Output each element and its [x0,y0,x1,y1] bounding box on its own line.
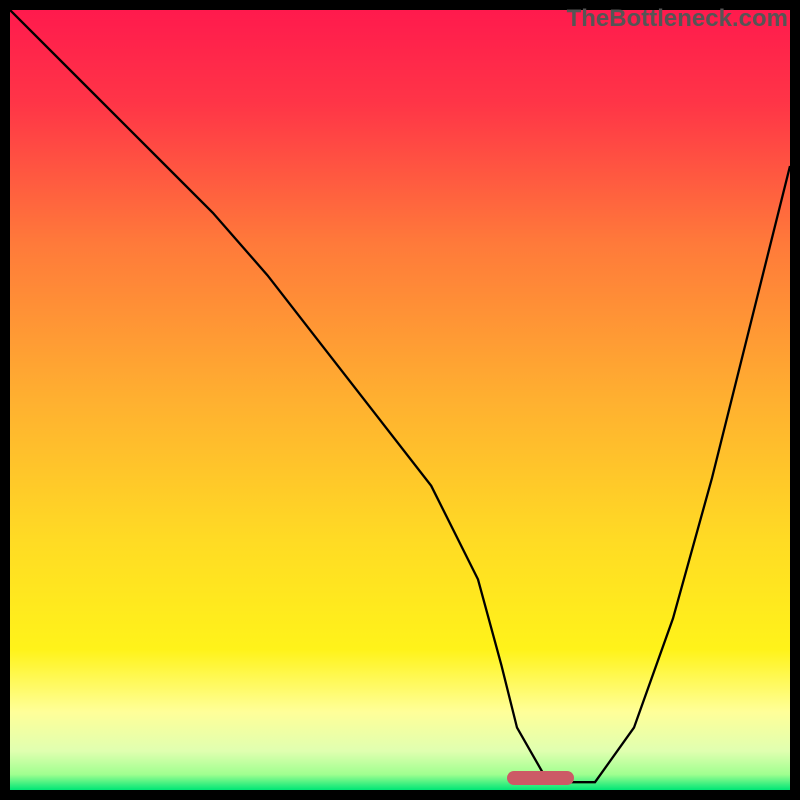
watermark-text: TheBottleneck.com [567,5,788,33]
plot-border [9,9,791,791]
